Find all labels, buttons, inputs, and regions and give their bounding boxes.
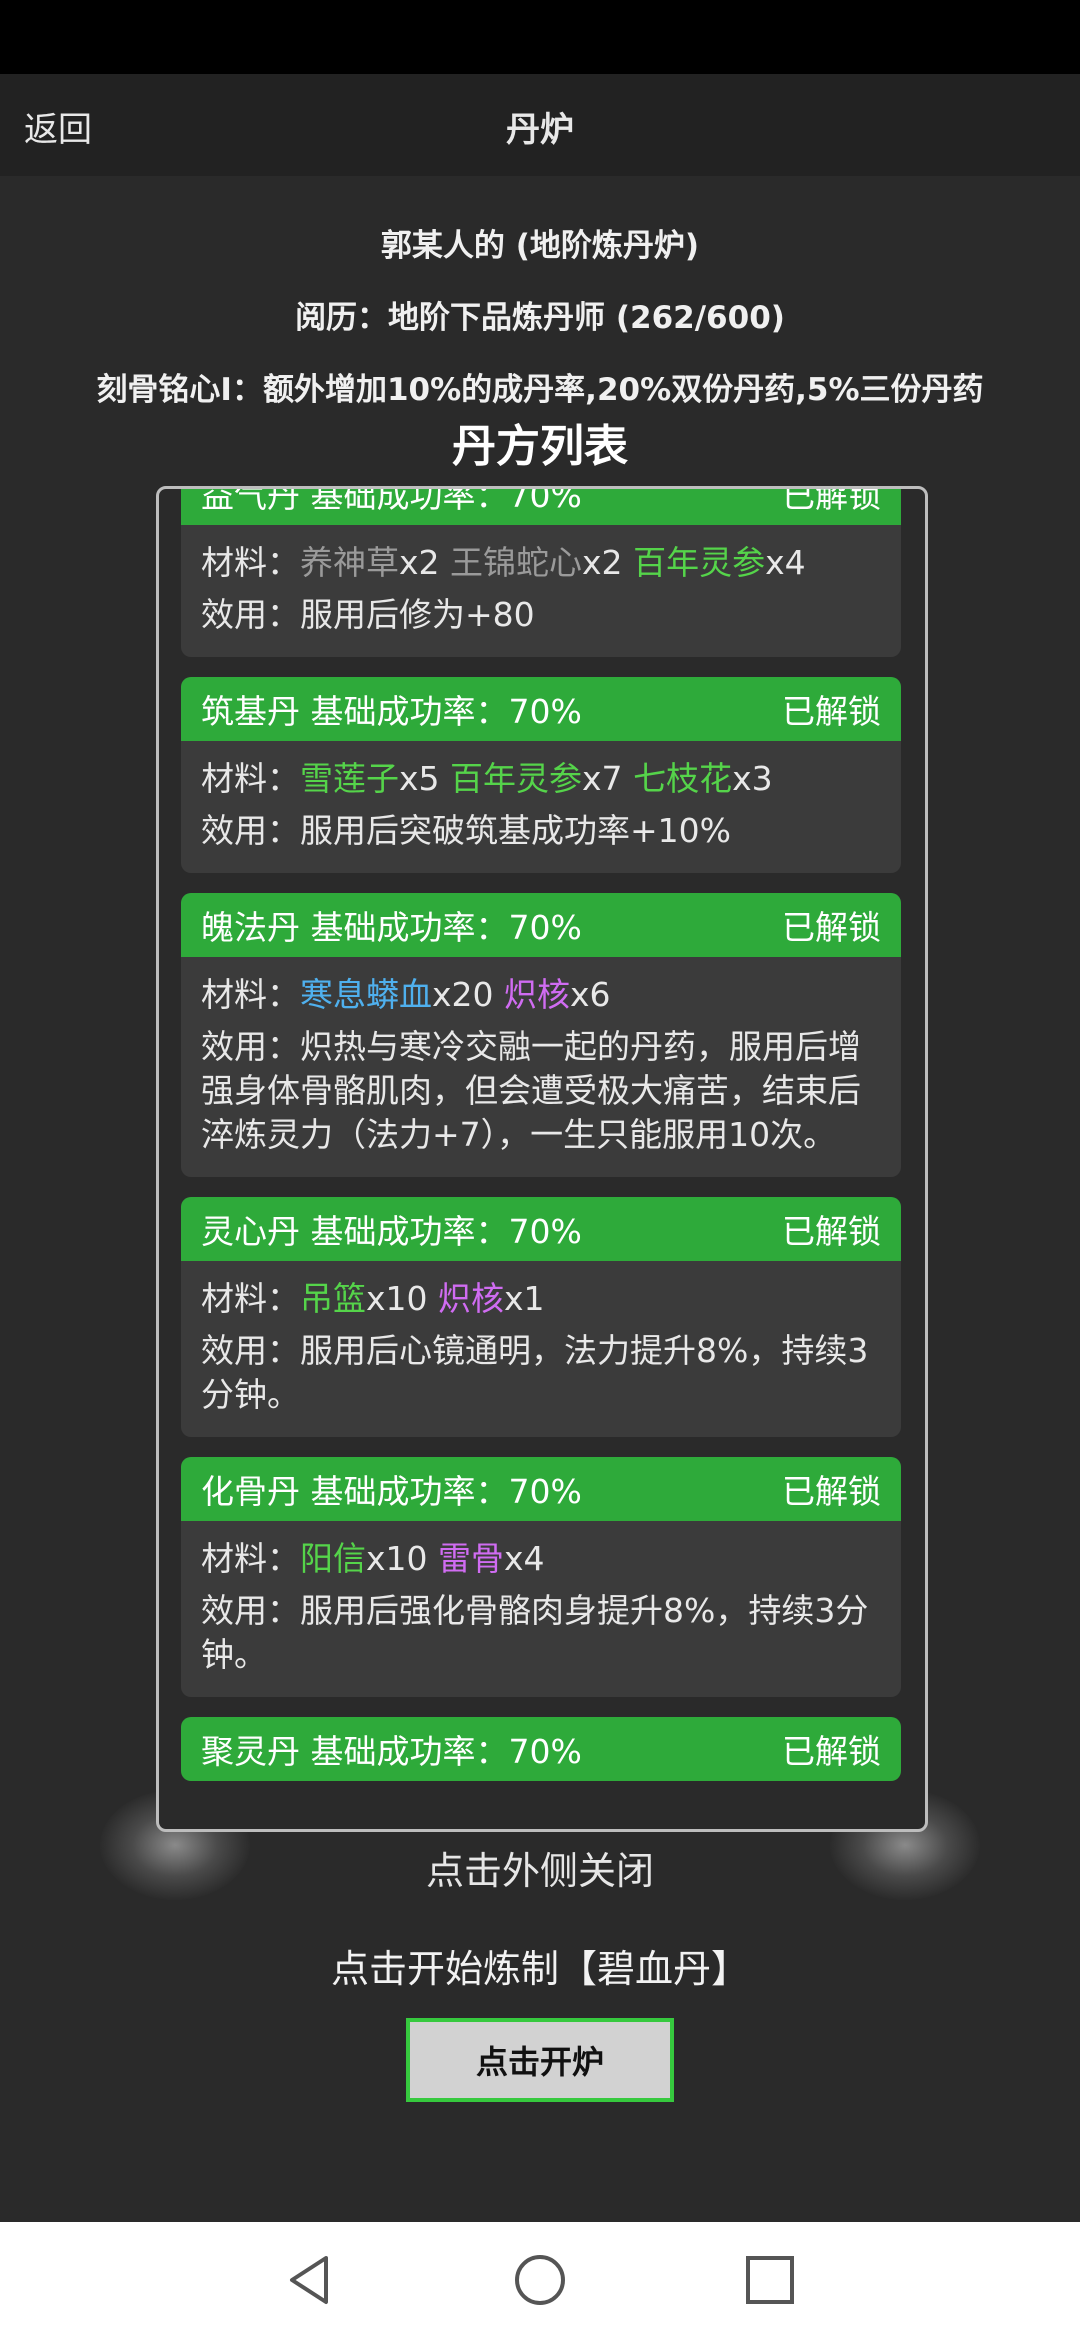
close-hint[interactable]: 点击外侧关闭 (0, 1840, 1080, 1895)
material-name: 雷骨 (438, 1539, 505, 1578)
material-quantity: x2 (399, 543, 440, 582)
recipe-status: 已解锁 (782, 486, 881, 515)
system-nav-bar (0, 2222, 1080, 2340)
recipe-card[interactable]: 灵心丹 基础成功率：70% 已解锁材料：吊篮x10 炽核x1 效用：服用后心镜通明，… (181, 1197, 901, 1437)
recipe-status: 已解锁 (782, 1472, 881, 1511)
recipe-list-title: 丹方列表 (452, 421, 628, 472)
recipe-title: 魄法丹 基础成功率：70% (201, 908, 582, 947)
recipe-effect: 效用：服用后突破筑基成功率+10% (201, 811, 731, 850)
recipe-effect: 效用：服用后心镜通明，法力提升8%，持续3分钟。 (201, 1331, 869, 1414)
materials-label: 材料： (201, 975, 300, 1014)
recipe-effect: 效用：服用后修为+80 (201, 595, 535, 634)
recipe-list-panel[interactable]: 益气丹 基础成功率：70% 已解锁 材料：养神草x2 王锦蛇心x2 百年灵参x4 效用… (156, 486, 928, 1832)
recipe-status: 已解锁 (782, 908, 881, 947)
recipe-title: 灵心丹 基础成功率：70% (201, 1212, 582, 1251)
start-furnace-button[interactable]: 点击开炉 (406, 2018, 674, 2102)
material-name: 七枝花 (633, 759, 733, 798)
recipe-materials: 材料：吊篮x10 炽核x1 (201, 1277, 881, 1321)
material-name: 雪莲子 (300, 759, 399, 798)
top-bar: 返回 丹炉 (0, 74, 1080, 176)
recipe-materials: 材料：寒息蟒血x20 炽核x6 (201, 973, 881, 1017)
materials-label: 材料： (201, 543, 300, 582)
material-quantity: x3 (732, 759, 773, 798)
recipe-header[interactable]: 灵心丹 基础成功率：70% 已解锁 (181, 1197, 901, 1261)
recipe-list: 益气丹 基础成功率：70% 已解锁 材料：养神草x2 王锦蛇心x2 百年灵参x4 效用… (181, 486, 901, 1801)
recipe-body: 材料：寒息蟒血x20 炽核x6 效用：炽热与寒冷交融一起的丹药，服用后增强身体骨骼… (181, 957, 901, 1177)
back-triangle-icon[interactable] (282, 2252, 338, 2308)
page-title: 丹炉 (506, 110, 574, 150)
material-name: 吊篮 (300, 1279, 366, 1318)
recipe-card[interactable]: 聚灵丹 基础成功率：70% 已解锁 (181, 1717, 901, 1781)
recipe-status: 已解锁 (782, 692, 881, 731)
material-name: 炽核 (504, 975, 571, 1014)
materials-label: 材料： (201, 1539, 300, 1578)
recipe-title: 筑基丹 基础成功率：70% (201, 692, 582, 731)
recipe-header[interactable]: 魄法丹 基础成功率：70% 已解锁 (181, 893, 901, 957)
material-quantity: x7 (582, 759, 623, 798)
materials-label: 材料： (201, 759, 300, 798)
recipe-body: 材料：养神草x2 王锦蛇心x2 百年灵参x4 效用：服用后修为+80 (181, 525, 901, 657)
material-quantity: x20 (432, 975, 494, 1014)
recipe-materials: 材料：阳信x10 雷骨x4 (201, 1537, 881, 1581)
material-quantity: x10 (366, 1539, 428, 1578)
recipe-header[interactable]: 聚灵丹 基础成功率：70% 已解锁 (181, 1717, 901, 1781)
material-name: 百年灵参 (450, 759, 583, 798)
material-name: 阳信 (300, 1539, 366, 1578)
recipe-header[interactable]: 益气丹 基础成功率：70% 已解锁 (181, 486, 901, 525)
material-quantity: x10 (366, 1279, 428, 1318)
recipe-title: 化骨丹 基础成功率：70% (201, 1472, 582, 1511)
experience-text: 阅历：地阶下品炼丹师 (262/600) (295, 300, 785, 336)
materials-label: 材料： (201, 1279, 300, 1318)
recipe-card[interactable]: 化骨丹 基础成功率：70% 已解锁材料：阳信x10 雷骨x4 效用：服用后强化骨骼肉… (181, 1457, 901, 1697)
recipe-status: 已解锁 (782, 1212, 881, 1251)
material-quantity: x2 (582, 543, 623, 582)
recipe-effect: 效用：炽热与寒冷交融一起的丹药，服用后增强身体骨骼肌肉，但会遭受极大痛苦，结束后… (201, 1027, 861, 1154)
material-name: 百年灵参 (633, 543, 766, 582)
start-refining-text: 点击开始炼制【碧血丹】 (330, 1947, 749, 1991)
material-quantity: x1 (504, 1279, 545, 1318)
material-quantity: x4 (504, 1539, 545, 1578)
recipe-card[interactable]: 魄法丹 基础成功率：70% 已解锁材料：寒息蟒血x20 炽核x6 效用：炽热与寒冷交… (181, 893, 901, 1177)
recipe-card[interactable]: 益气丹 基础成功率：70% 已解锁 材料：养神草x2 王锦蛇心x2 百年灵参x4 效用… (181, 486, 901, 657)
recipe-title: 益气丹 基础成功率：70% (201, 486, 582, 515)
recipe-title: 聚灵丹 基础成功率：70% (201, 1732, 582, 1771)
recipe-effect: 效用：服用后强化骨骼肉身提升8%，持续3分钟。 (201, 1591, 869, 1674)
recipe-materials: 材料：雪莲子x5 百年灵参x7 七枝花x3 (201, 757, 881, 801)
recipe-materials: 材料：养神草x2 王锦蛇心x2 百年灵参x4 (201, 541, 881, 585)
recipe-status: 已解锁 (782, 1732, 881, 1771)
material-quantity: x5 (399, 759, 440, 798)
material-quantity: x6 (570, 975, 611, 1014)
skill-text: 刻骨铭心I：额外增加10%的成丹率,20%双份丹药,5%三份丹药 (96, 372, 984, 408)
recipe-body: 材料：阳信x10 雷骨x4 效用：服用后强化骨骼肉身提升8%，持续3分钟。 (181, 1521, 901, 1697)
recipe-header[interactable]: 化骨丹 基础成功率：70% 已解锁 (181, 1457, 901, 1521)
status-bar (0, 0, 1080, 74)
recipe-body: 材料：吊篮x10 炽核x1 效用：服用后心镜通明，法力提升8%，持续3分钟。 (181, 1261, 901, 1437)
furnace-name: 郭某人的 (地阶炼丹炉) (380, 228, 700, 264)
recipe-header[interactable]: 筑基丹 基础成功率：70% 已解锁 (181, 677, 901, 741)
recipe-card[interactable]: 筑基丹 基础成功率：70% 已解锁 材料：雪莲子x5 百年灵参x7 七枝花x3 效用：… (181, 677, 901, 873)
material-name: 养神草 (300, 543, 399, 582)
material-quantity: x4 (765, 543, 806, 582)
material-name: 王锦蛇心 (450, 543, 583, 582)
material-name: 炽核 (438, 1279, 505, 1318)
home-circle-icon[interactable] (512, 2252, 568, 2308)
recipe-body: 材料：雪莲子x5 百年灵参x7 七枝花x3 效用：服用后突破筑基成功率+10% (181, 741, 901, 873)
recents-square-icon[interactable] (742, 2252, 798, 2308)
material-name: 寒息蟒血 (300, 975, 432, 1014)
